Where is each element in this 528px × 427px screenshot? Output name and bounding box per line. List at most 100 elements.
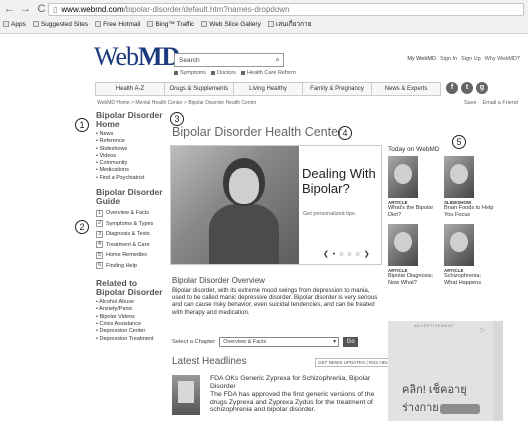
search-input[interactable]: Search ⌕ (174, 53, 284, 67)
latest-headlines-heading: Latest Headlines (172, 356, 247, 367)
related-section: Related to Bipolar Disorder Alcohol Abus… (96, 279, 166, 343)
guide-label: Overview & Facts (106, 210, 150, 217)
related-depression-treatment[interactable]: Depression Treatment (96, 336, 166, 343)
nav-reference[interactable]: Reference (96, 138, 166, 145)
guide-label: Diagnosis & Tests (106, 231, 150, 238)
photo-face-shape (229, 168, 259, 204)
related-links: Alcohol Abuse Anxiety/Panic Bipolar Vide… (96, 299, 166, 343)
guide-label: Finding Help (106, 262, 137, 269)
health-care-reform-link[interactable]: Health Care Reform (241, 70, 296, 76)
bipolar-home-heading[interactable]: Bipolar Disorder Home (96, 111, 166, 129)
back-arrow-icon[interactable]: ← (4, 3, 15, 15)
guide-item-treatment[interactable]: 4 Treatment & Care (96, 240, 166, 251)
bookmark-bing-traffic[interactable]: Bing™ Traffic (147, 21, 194, 28)
annotation-marker-1: 1 (75, 118, 89, 132)
today-thumbnail (444, 224, 474, 267)
bookmark-apps[interactable]: Apps (3, 21, 26, 28)
tab-drugs-supplements[interactable]: Drugs & Supplements (165, 83, 234, 95)
google-plus-icon[interactable]: g (476, 82, 488, 94)
forward-arrow-icon[interactable]: → (20, 3, 31, 15)
nav-find-psychiatrist[interactable]: Find a Psychiatrist (96, 175, 166, 182)
ad-play-icon[interactable]: ▷ (480, 326, 485, 334)
facebook-icon[interactable]: f (446, 82, 458, 94)
tab-health-a-z[interactable]: Health A-Z (96, 83, 165, 95)
related-heading: Related to Bipolar Disorder (96, 278, 163, 298)
guide-item-home-remedies[interactable]: 5 Home Remedies (96, 250, 166, 261)
reload-icon[interactable]: C (36, 3, 47, 15)
hero-heading[interactable]: Dealing With Bipolar? (302, 166, 381, 196)
nav-videos[interactable]: Videos (96, 153, 166, 160)
today-heading: Today on WebMD (388, 146, 440, 153)
chapter-selected-value: Overview & Facts (223, 339, 267, 345)
today-title[interactable]: Brain Foods to Help You Focus (444, 205, 494, 218)
symptoms-link[interactable]: Symptoms (174, 70, 206, 76)
nav-news[interactable]: News (96, 131, 166, 138)
bookmark-icon (147, 21, 154, 27)
overview-heading: Bipolar Disorder Overview (172, 276, 265, 285)
today-title[interactable]: Schizophrenia: What Happens (444, 273, 494, 286)
today-card[interactable]: ARTICLE Schizophrenia: What Happens (444, 224, 494, 286)
related-bipolar-videos[interactable]: Bipolar Videos (96, 314, 166, 321)
tab-living-healthy[interactable]: Living Healthy (234, 83, 303, 95)
carousel-controls[interactable]: ❮ • ○ ○ ○ ❯ (323, 250, 371, 258)
folder-icon (267, 21, 274, 27)
go-button[interactable]: Go (343, 337, 359, 347)
social-icons: f t g (446, 82, 488, 94)
my-webmd-link[interactable]: My WebMD (407, 56, 436, 62)
guide-item-diagnosis[interactable]: 3 Diagnosis & Tests (96, 229, 166, 240)
webmd-logo[interactable]: WebMD (94, 42, 180, 72)
hero-banner[interactable]: Dealing With Bipolar? Get personalized t… (170, 145, 382, 265)
bookmark-thai[interactable]: เล่นเกี่ยวกาย (267, 19, 312, 29)
related-crisis-assistance[interactable]: Crisis Assistance (96, 321, 166, 328)
ad-button[interactable] (440, 404, 480, 414)
bookmark-web-slice-gallery[interactable]: Web Slice Gallery (201, 21, 261, 28)
save-link[interactable]: Save (464, 100, 477, 106)
guide-item-overview[interactable]: 1 Overview & Facts (96, 208, 166, 219)
page-title: Bipolar Disorder Health Center (172, 125, 343, 139)
today-card[interactable]: ARTICLE Bipolar Diagnosis: Now What? (388, 224, 438, 286)
home-links: News Reference Slideshows Videos Communi… (96, 131, 166, 182)
related-anxiety-panic[interactable]: Anxiety/Panic (96, 306, 166, 313)
related-depression-center[interactable]: Depression Center (96, 328, 166, 335)
today-title[interactable]: Bipolar Diagnosis: Now What? (388, 273, 438, 286)
email-friend-link[interactable]: Email a Friend (483, 100, 518, 106)
nav-slideshows[interactable]: Slideshows (96, 146, 166, 153)
tab-news-experts[interactable]: News & Experts (372, 83, 440, 95)
doctors-link[interactable]: Doctors (211, 70, 236, 76)
bookmark-icon (201, 21, 208, 27)
today-grid: ARTICLE What's the Bipolar Diet? SLIDESH… (388, 156, 493, 286)
account-links: My WebMD Sign In Sign Up Why WebMD? (407, 56, 520, 62)
today-card[interactable]: ARTICLE What's the Bipolar Diet? (388, 156, 438, 218)
today-card[interactable]: SLIDESHOW Brain Foods to Help You Focus (444, 156, 494, 218)
nav-community[interactable]: Community (96, 160, 166, 167)
related-alcohol-abuse[interactable]: Alcohol Abuse (96, 299, 166, 306)
chapter-dropdown[interactable]: Overview & Facts ▾ (219, 337, 340, 347)
bookmark-label: Free Hotmail (103, 20, 141, 28)
hero-photo (171, 146, 299, 264)
dropdown-arrow-icon: ▾ (333, 339, 337, 345)
search-icon[interactable]: ⌕ (276, 55, 280, 65)
why-webmd-link[interactable]: Why WebMD? (485, 56, 520, 62)
bookmark-suggested-sites[interactable]: Suggested Sites (32, 21, 88, 28)
guide-item-finding-help[interactable]: 6 Finding Help (96, 261, 166, 272)
bookmark-label: Bing™ Traffic (155, 20, 195, 28)
address-bar[interactable]: ▯ www.webmd.com /bipolar-disorder/defaul… (48, 3, 524, 16)
annotation-marker-3: 3 (170, 112, 184, 126)
logo-web: Web (94, 42, 139, 71)
headline-title[interactable]: FDA OKs Generic Zyprexa for Schizophreni… (210, 375, 380, 390)
guide-item-symptoms[interactable]: 2 Symptoms & Types (96, 219, 166, 230)
ad-label: ADVERTISEMENT (414, 323, 455, 328)
main-nav-tabs: Health A-Z Drugs & Supplements Living He… (95, 82, 441, 96)
today-title[interactable]: What's the Bipolar Diet? (388, 205, 438, 218)
tab-family-pregnancy[interactable]: Family & Pregnancy (303, 83, 372, 95)
news-updates-rss-links[interactable]: GET NEWS UPDATES | RSS HELP (315, 358, 395, 367)
sign-in-link[interactable]: Sign In (440, 56, 457, 62)
twitter-icon[interactable]: t (461, 82, 473, 94)
breadcrumb[interactable]: WebMD Home > Mental Health Center > Bipo… (97, 100, 256, 106)
headline-thumbnail[interactable] (172, 375, 200, 415)
sign-up-link[interactable]: Sign Up (461, 56, 481, 62)
chapter-selector: Select a Chapter Overview & Facts ▾ Go (172, 337, 359, 347)
today-thumbnail (388, 224, 418, 267)
bookmark-free-hotmail[interactable]: Free Hotmail (95, 21, 140, 28)
nav-medications[interactable]: Medications (96, 167, 166, 174)
